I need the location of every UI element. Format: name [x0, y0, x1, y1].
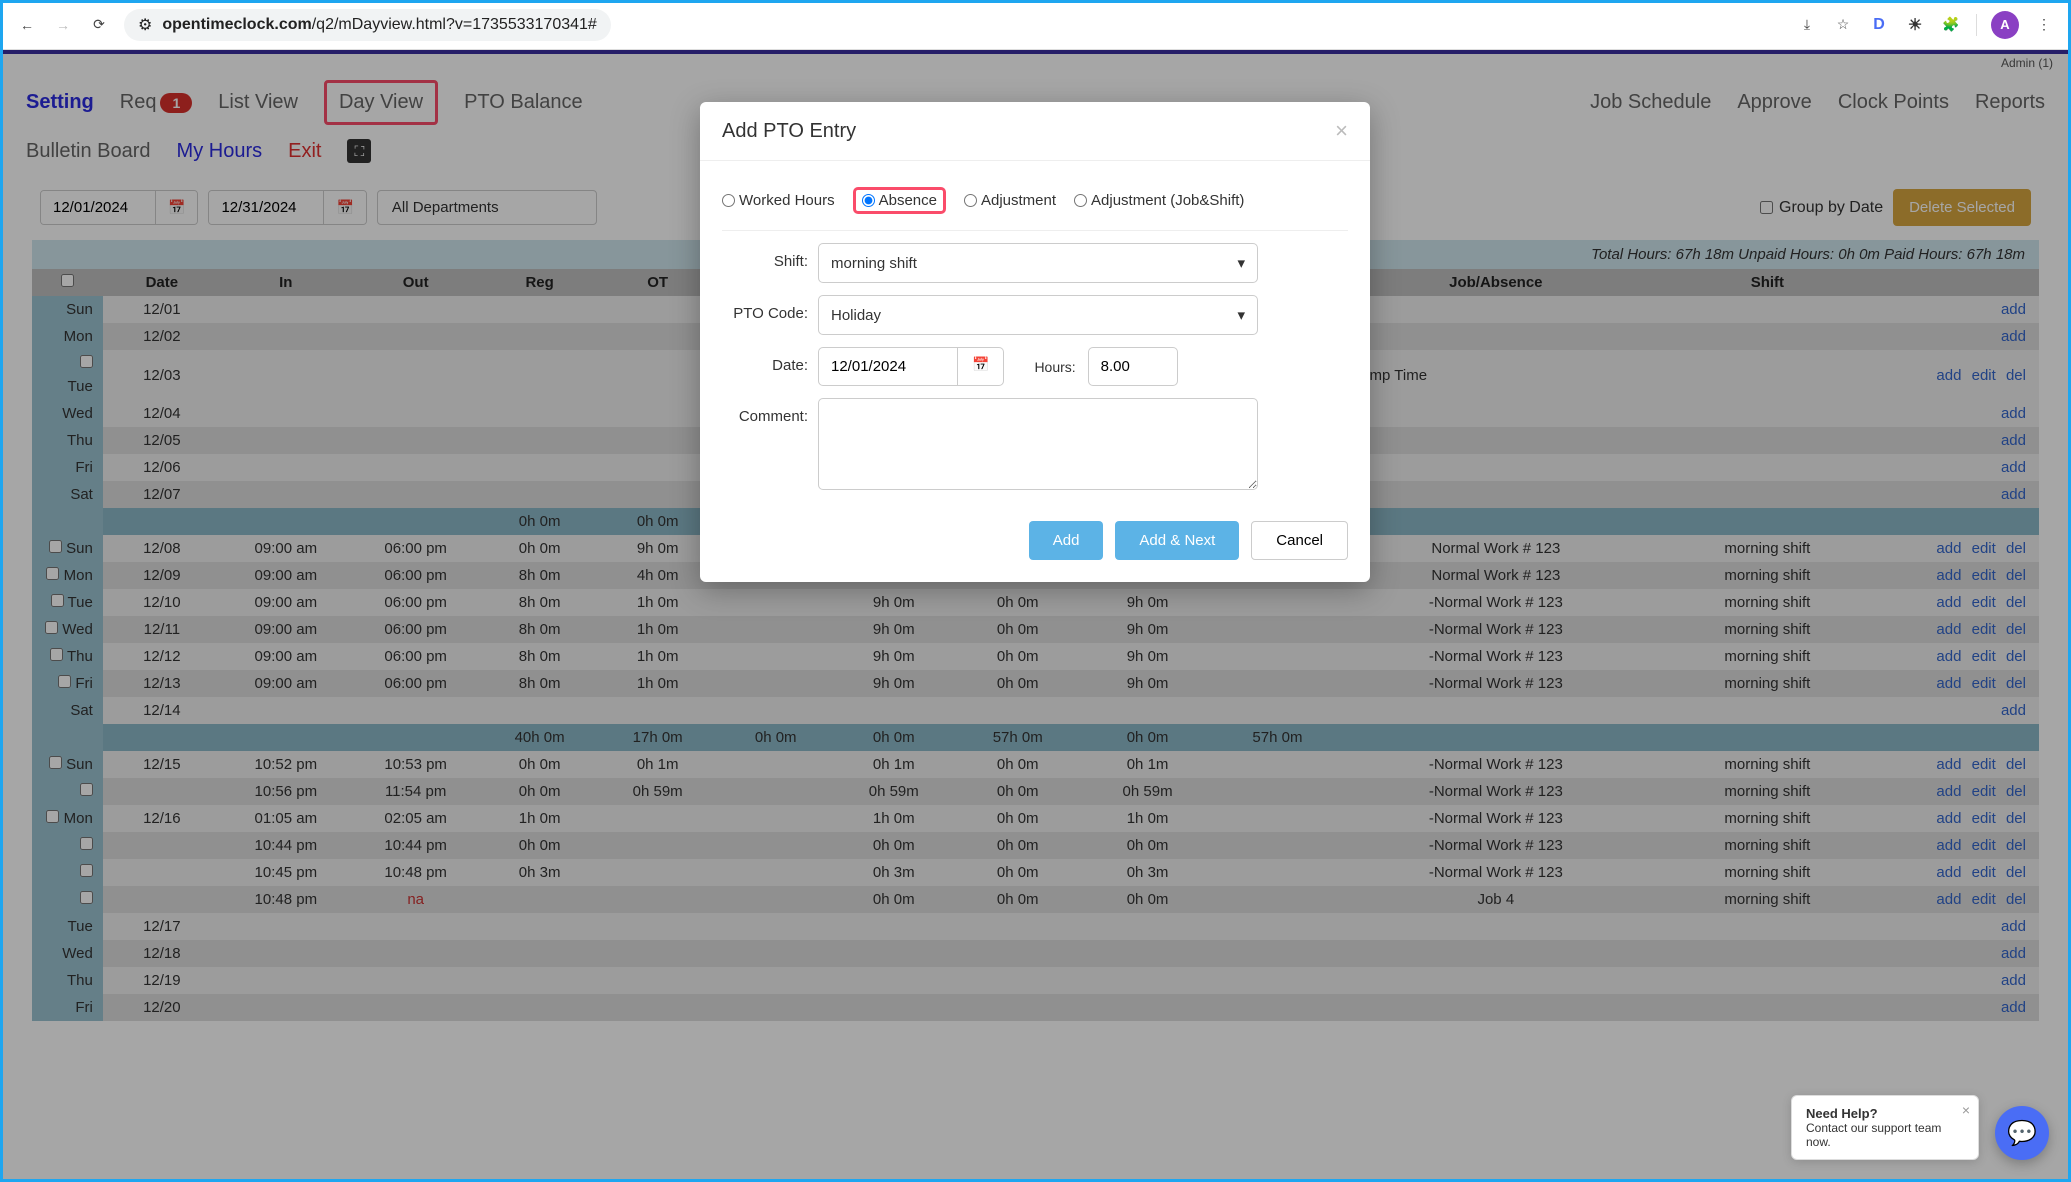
radio-adjustment[interactable]: Adjustment: [964, 187, 1056, 214]
modal-close-icon[interactable]: ×: [1335, 118, 1348, 144]
modal-header: Add PTO Entry ×: [700, 102, 1370, 161]
bookmark-icon[interactable]: ☆: [1832, 14, 1854, 36]
extensions-puzzle-icon[interactable]: 🧩: [1940, 14, 1962, 36]
radio-adjustment-jobshift[interactable]: Adjustment (Job&Shift): [1074, 187, 1244, 214]
forward-icon[interactable]: →: [52, 14, 74, 36]
browser-toolbar: ← → ⟳ ⚙ opentimeclock.com/q2/mDayview.ht…: [0, 0, 2071, 50]
comment-textarea[interactable]: [818, 398, 1258, 490]
add-button[interactable]: Add: [1029, 521, 1104, 560]
address-bar[interactable]: ⚙ opentimeclock.com/q2/mDayview.html?v=1…: [124, 9, 611, 41]
modal-footer: Add Add & Next Cancel: [700, 505, 1370, 582]
chevron-down-icon: ▾: [1237, 254, 1245, 272]
help-subtitle: Contact our support team now.: [1806, 1121, 1941, 1149]
chevron-down-icon: ▾: [1237, 306, 1245, 324]
reload-icon[interactable]: ⟳: [88, 14, 110, 36]
shift-label: Shift:: [722, 243, 818, 270]
install-icon[interactable]: ⤓: [1796, 14, 1818, 36]
shift-select[interactable]: morning shift▾: [818, 243, 1258, 283]
radio-absence[interactable]: Absence: [853, 187, 946, 214]
hours-input[interactable]: [1088, 347, 1178, 386]
cancel-button[interactable]: Cancel: [1251, 521, 1348, 560]
kebab-menu-icon[interactable]: ⋮: [2033, 14, 2055, 36]
radio-worked-hours[interactable]: Worked Hours: [722, 187, 835, 214]
help-close-icon[interactable]: ×: [1962, 1102, 1970, 1118]
hours-label: Hours:: [1034, 359, 1075, 375]
date-calendar-icon[interactable]: 📅: [958, 347, 1004, 386]
add-next-button[interactable]: Add & Next: [1115, 521, 1239, 560]
help-tooltip: × Need Help? Contact our support team no…: [1791, 1095, 1979, 1160]
profile-avatar[interactable]: A: [1991, 11, 2019, 39]
extension-d-icon[interactable]: D: [1868, 14, 1890, 36]
url-path: /q2/mDayview.html?v=1735533170341#: [312, 16, 597, 33]
modal-title: Add PTO Entry: [722, 120, 856, 143]
chat-bubble-icon[interactable]: 💬: [1995, 1106, 2049, 1160]
date-input[interactable]: [818, 347, 958, 386]
date-label: Date:: [722, 347, 818, 374]
pto-code-select[interactable]: Holiday▾: [818, 295, 1258, 335]
pto-code-label: PTO Code:: [722, 295, 818, 322]
add-pto-modal: Add PTO Entry × Worked Hours Absence Adj…: [700, 102, 1370, 582]
entry-type-radios: Worked Hours Absence Adjustment Adjustme…: [722, 179, 1348, 231]
site-settings-icon[interactable]: ⚙: [138, 15, 152, 35]
back-icon[interactable]: ←: [16, 14, 38, 36]
extension-sun-icon[interactable]: ☀: [1904, 14, 1926, 36]
url-host: opentimeclock.com: [162, 16, 311, 33]
help-title: Need Help?: [1806, 1106, 1878, 1121]
comment-label: Comment:: [722, 398, 818, 425]
